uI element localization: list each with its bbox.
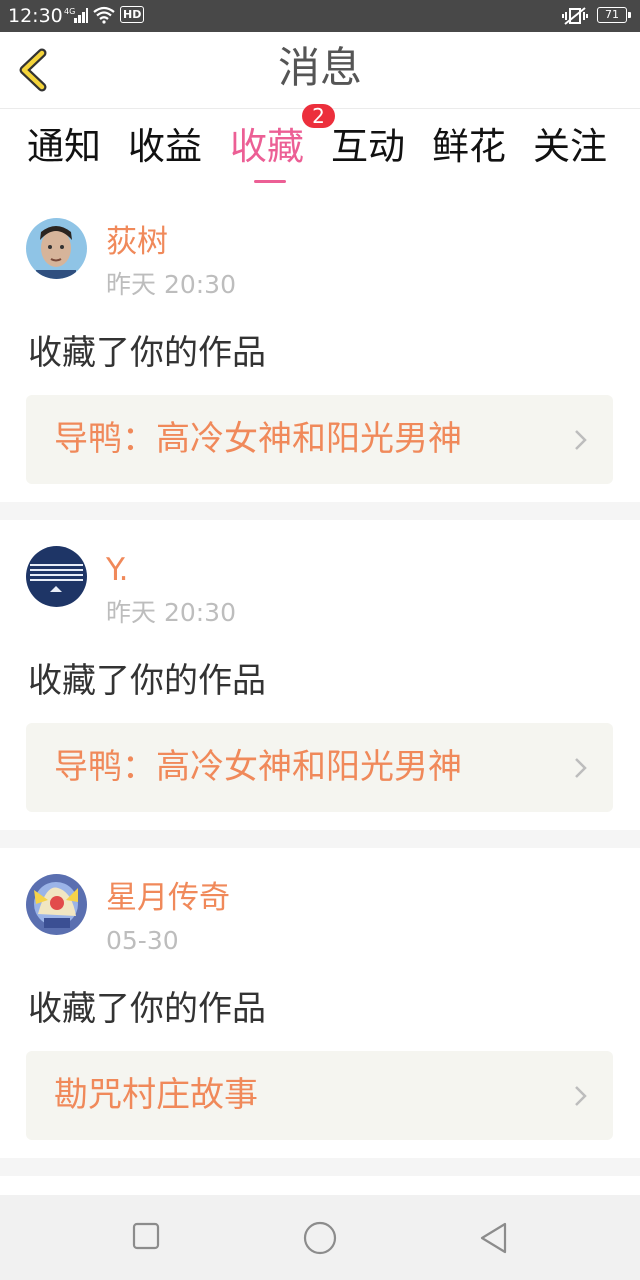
tab-earnings[interactable]: 收益 <box>128 122 202 172</box>
header: 消息 <box>0 32 640 109</box>
avatar[interactable] <box>26 874 87 935</box>
square-nav-icon[interactable] <box>132 1221 160 1251</box>
card-separator <box>0 502 640 520</box>
tab-flowers[interactable]: 鲜花 <box>432 122 506 172</box>
list-remainder <box>0 1176 640 1195</box>
wifi-icon <box>92 6 116 28</box>
avatar[interactable] <box>26 546 87 607</box>
tab-bar: 通知 收益 收藏 2 互动 鲜花 关注 <box>0 104 640 192</box>
username[interactable]: 星月传奇 <box>106 878 230 918</box>
chevron-right-icon <box>575 758 587 778</box>
work-title: 导鸭：高冷女神和阳光男神 <box>54 747 462 787</box>
timestamp: 05-30 <box>106 926 179 955</box>
message-card: 荻树 昨天 20:30 收藏了你的作品 导鸭：高冷女神和阳光男神 <box>0 192 640 502</box>
svg-text:4G: 4G <box>64 7 75 16</box>
battery-icon: 71 <box>597 7 631 23</box>
work-title: 导鸭：高冷女神和阳光男神 <box>54 419 462 459</box>
chevron-right-icon <box>575 1086 587 1106</box>
hd-icon: HD <box>120 6 145 23</box>
work-title: 勘咒村庄故事 <box>54 1075 258 1115</box>
signal-icon: 4G <box>64 6 88 28</box>
system-nav-bar <box>0 1195 640 1280</box>
tab-favorites[interactable]: 收藏 <box>230 122 304 172</box>
work-link[interactable]: 勘咒村庄故事 <box>26 1051 613 1140</box>
circle-nav-icon[interactable] <box>302 1221 338 1255</box>
action-text: 收藏了你的作品 <box>28 333 266 373</box>
message-card: Y. 昨天 20:30 收藏了你的作品 导鸭：高冷女神和阳光男神 <box>0 520 640 830</box>
chevron-right-icon <box>575 430 587 450</box>
page-title: 消息 <box>277 43 362 92</box>
status-time: 12:30 <box>8 5 63 27</box>
work-link[interactable]: 导鸭：高冷女神和阳光男神 <box>26 395 613 484</box>
active-tab-indicator <box>254 180 286 183</box>
triangle-back-nav-icon[interactable] <box>478 1221 510 1255</box>
avatar[interactable] <box>26 218 87 279</box>
timestamp: 昨天 20:30 <box>106 598 236 627</box>
username[interactable]: 荻树 <box>106 222 168 262</box>
vibrate-icon <box>562 5 588 31</box>
timestamp: 昨天 20:30 <box>106 270 236 299</box>
card-separator <box>0 830 640 848</box>
action-text: 收藏了你的作品 <box>28 989 266 1029</box>
tab-notifications[interactable]: 通知 <box>27 122 101 172</box>
tab-follows[interactable]: 关注 <box>533 122 607 172</box>
message-card: 星月传奇 05-30 收藏了你的作品 勘咒村庄故事 <box>0 848 640 1158</box>
username[interactable]: Y. <box>106 550 129 590</box>
status-bar: 12:30 4G HD 71 <box>0 0 640 32</box>
action-text: 收藏了你的作品 <box>28 661 266 701</box>
tab-interactions[interactable]: 互动 <box>331 122 405 172</box>
work-link[interactable]: 导鸭：高冷女神和阳光男神 <box>26 723 613 812</box>
card-separator <box>0 1158 640 1176</box>
